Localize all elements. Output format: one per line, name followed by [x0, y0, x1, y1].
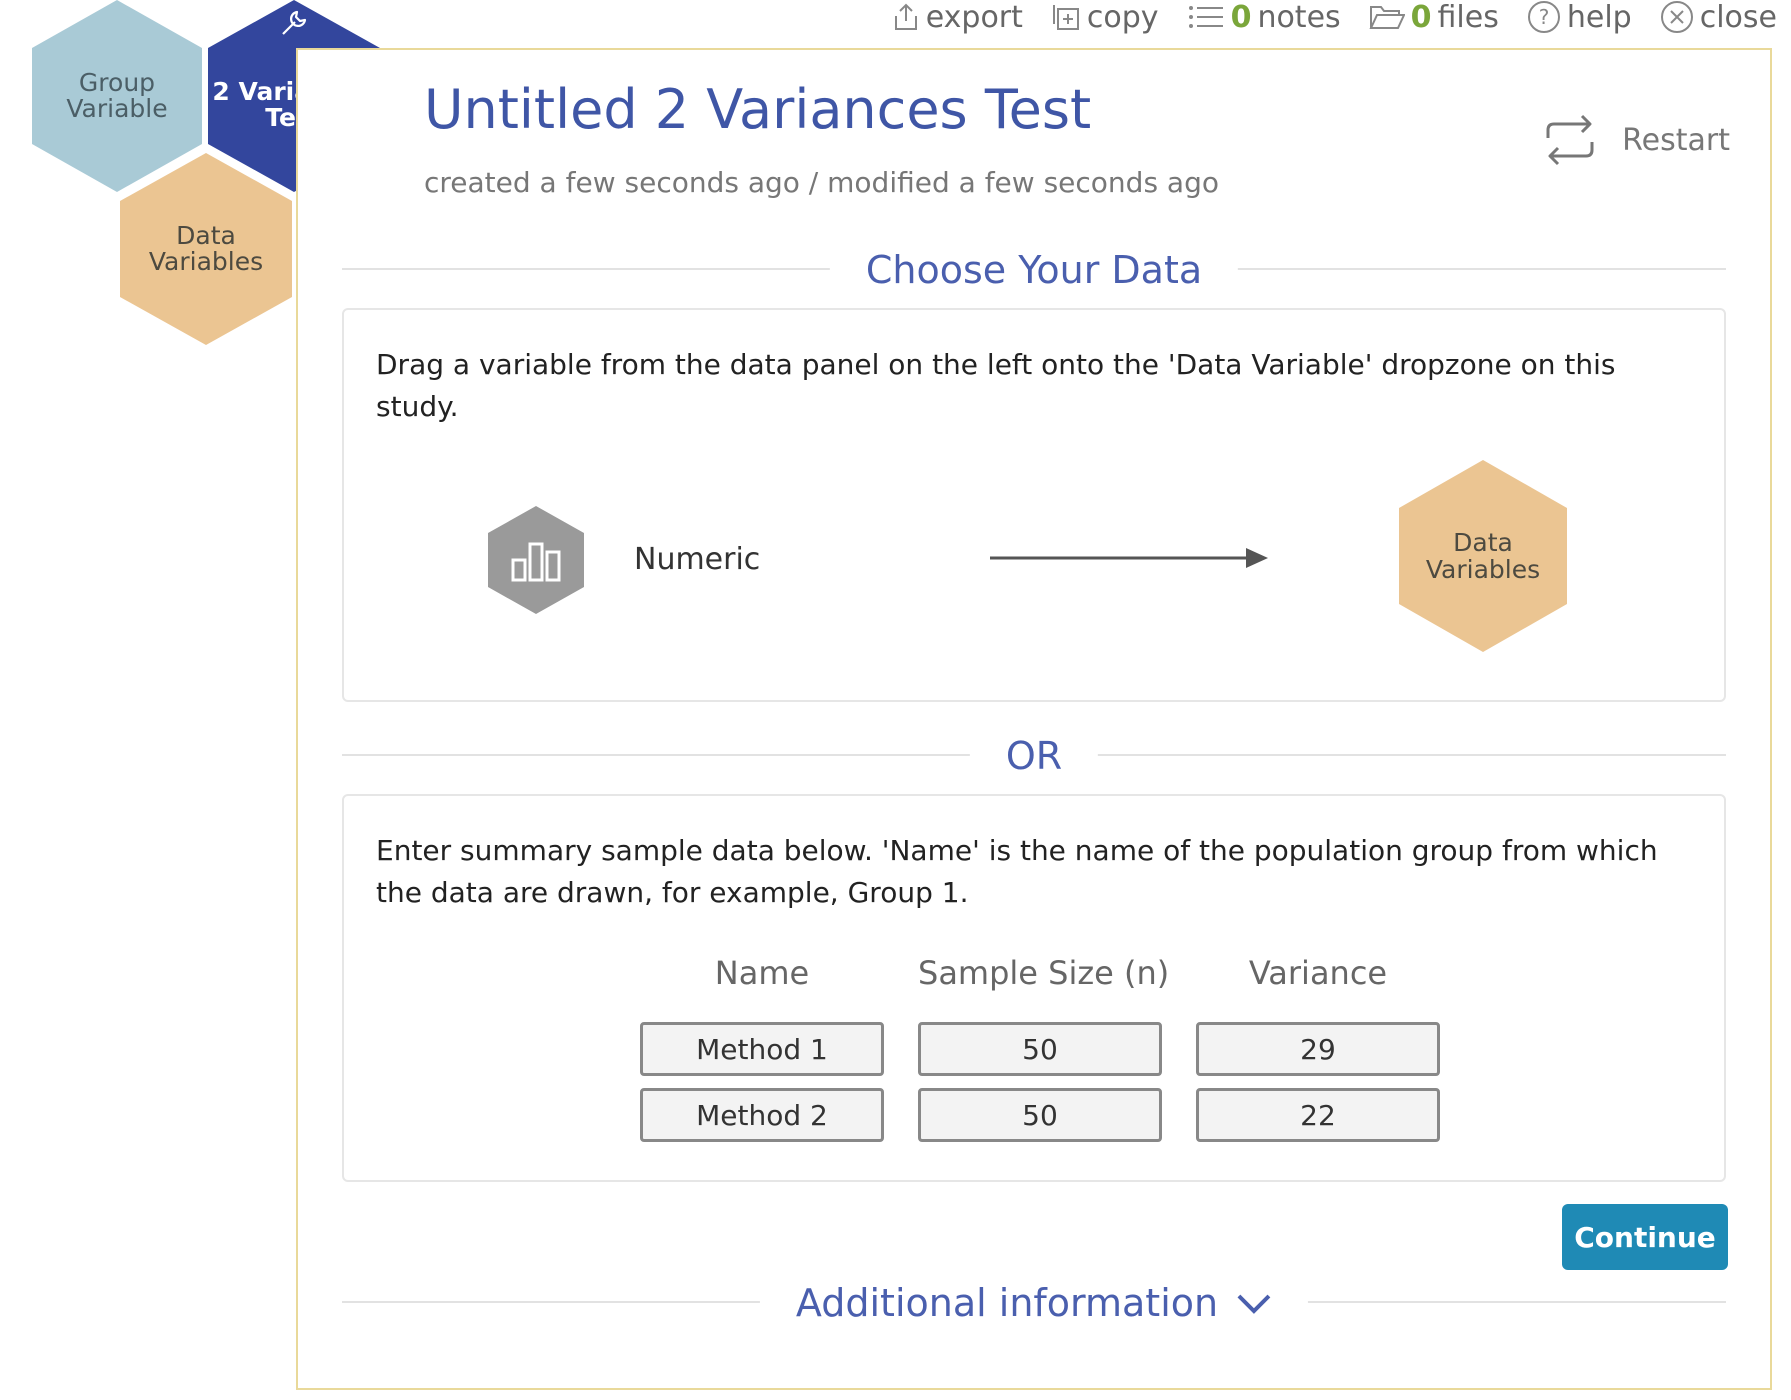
folder-icon: [1369, 6, 1405, 29]
column-header-name: Name: [714, 954, 810, 992]
export-button[interactable]: export: [892, 0, 1023, 35]
choose-data-divider: Choose Your Data: [342, 248, 1726, 292]
row2-sample-size-input[interactable]: [918, 1088, 1162, 1142]
restart-label: Restart: [1622, 122, 1730, 158]
row1-sample-size-input[interactable]: [918, 1022, 1162, 1076]
page-meta: created a few seconds ago / modified a f…: [424, 166, 1219, 199]
files-count: 0: [1410, 0, 1432, 35]
summary-instructions: Enter summary sample data below. 'Name' …: [376, 834, 1658, 909]
help-label: help: [1566, 0, 1632, 35]
drag-instructions: Drag a variable from the data panel on t…: [376, 348, 1616, 423]
data-hex-line1: Data: [176, 220, 236, 250]
copy-label: copy: [1086, 0, 1159, 35]
row2-variance-input[interactable]: [1196, 1088, 1440, 1142]
notes-label: notes: [1257, 0, 1341, 35]
row1-name-input[interactable]: [640, 1022, 884, 1076]
copy-button[interactable]: copy: [1051, 0, 1159, 35]
summary-data-card: Enter summary sample data below. 'Name' …: [342, 794, 1726, 1182]
numeric-variable-hex[interactable]: [488, 506, 584, 614]
restart-icon: [1546, 114, 1594, 166]
group-hex-line2: Variable: [66, 94, 168, 123]
or-label: OR: [969, 734, 1099, 778]
additional-info-divider: Additional information: [342, 1281, 1726, 1325]
notes-count: 0: [1230, 0, 1252, 35]
notes-icon: [1188, 6, 1223, 28]
files-label: files: [1437, 0, 1499, 35]
dropzone-line2: Variables: [1425, 555, 1541, 584]
additional-info-toggle[interactable]: Additional information: [759, 1281, 1309, 1325]
top-toolbar: export copy 0 notes 0 files ? help close: [892, 0, 1777, 35]
svg-text:?: ?: [1539, 5, 1550, 29]
data-variables-dropzone[interactable]: Data Variables: [1399, 460, 1567, 652]
data-hex-line2: Variables: [148, 247, 264, 276]
group-variable-hex[interactable]: Group Variable: [32, 0, 202, 192]
bar-chart-icon: [511, 542, 561, 582]
page-title: Untitled 2 Variances Test: [424, 78, 1092, 141]
group-hex-line1: Group: [78, 67, 156, 97]
restart-button[interactable]: Restart: [1540, 110, 1730, 170]
choose-data-heading: Choose Your Data: [829, 248, 1239, 292]
close-button[interactable]: close: [1660, 0, 1777, 35]
chevron-down-icon: [1237, 1294, 1271, 1314]
or-divider: OR: [342, 734, 1726, 778]
column-header-variance: Variance: [1248, 954, 1388, 992]
files-button[interactable]: 0 files: [1369, 0, 1499, 35]
study-panel: Untitled 2 Variances Test created a few …: [296, 48, 1772, 1390]
notes-button[interactable]: 0 notes: [1187, 0, 1341, 35]
help-button[interactable]: ? help: [1527, 0, 1632, 35]
continue-button[interactable]: Continue: [1562, 1204, 1728, 1270]
additional-info-label: Additional information: [795, 1281, 1219, 1325]
row1-variance-input[interactable]: [1196, 1022, 1440, 1076]
close-icon: [1660, 1, 1693, 33]
wrench-icon: [282, 10, 307, 35]
copy-icon: [1052, 5, 1079, 30]
arrow-right-icon: [990, 548, 1268, 568]
close-label: close: [1699, 0, 1777, 35]
data-variables-hex[interactable]: Data Variables: [120, 153, 292, 345]
dropzone-line1: Data: [1453, 527, 1513, 557]
row2-name-input[interactable]: [640, 1088, 884, 1142]
numeric-label: Numeric: [634, 542, 761, 577]
drag-variable-card: Drag a variable from the data panel on t…: [342, 308, 1726, 702]
export-label: export: [925, 0, 1023, 35]
help-icon: ?: [1527, 1, 1560, 33]
column-header-sample-size: Sample Size (n): [918, 954, 1170, 992]
export-icon: [894, 3, 917, 30]
